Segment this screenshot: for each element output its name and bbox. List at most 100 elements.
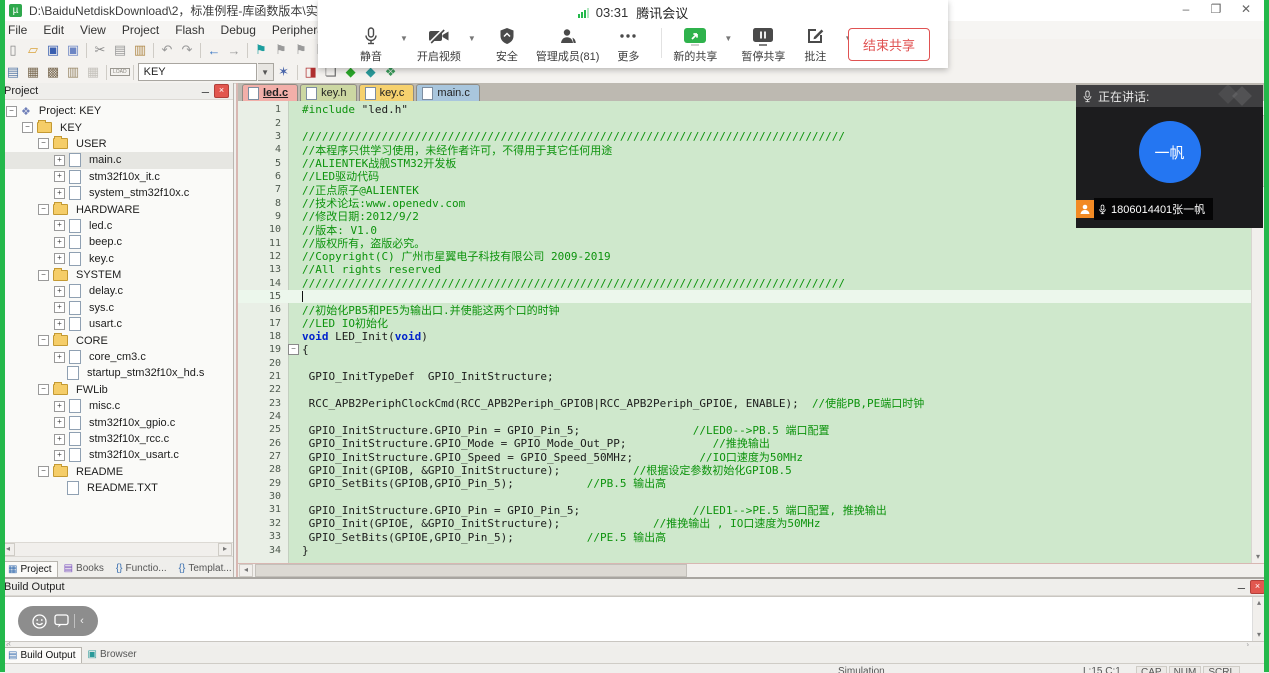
expand-box-icon[interactable]: + [54,302,65,313]
code-line[interactable]: 23 RCC_APB2PeriphClockCmd(RCC_APB2Periph… [238,397,1252,410]
expand-box-icon[interactable]: + [54,319,65,330]
close-button[interactable]: ✕ [1231,1,1261,19]
code-line[interactable]: 18void LED_Init(void) [238,330,1252,343]
nav-back-icon[interactable]: ← [204,41,224,59]
target-select[interactable]: KEY [138,63,257,81]
expand-box-icon[interactable]: + [54,434,65,445]
chevron-down-icon[interactable]: ▼ [400,34,408,43]
code-line[interactable]: 34} [238,543,1252,556]
tree-item[interactable]: −USER [0,136,233,152]
project-hscrollbar[interactable]: ◂ ▸ [0,542,233,556]
menu-project[interactable]: Project [114,23,167,37]
meeting-reaction-pill[interactable]: ‹ [18,606,98,636]
code-line[interactable]: 14//////////////////////////////////////… [238,276,1252,289]
translate-icon[interactable]: ▤ [3,63,23,81]
meeting-button-shield[interactable]: 安全 [484,26,530,64]
cut-icon[interactable]: ✂ [90,41,110,59]
editor-tab-led-c[interactable]: led.c [242,84,298,101]
undo-icon[interactable]: ↶ [157,41,177,59]
tree-item[interactable]: +stm32f10x_it.c [0,169,233,185]
expand-box-icon[interactable]: + [54,188,65,199]
bookmark-prev-icon[interactable]: ⚑ [271,41,291,59]
rebuild-icon[interactable]: ▩ [43,63,63,81]
tree-item[interactable]: +system_stm32f10x.c [0,185,233,201]
minimize-button[interactable]: – [1171,1,1201,19]
stop-build-icon[interactable]: ▦ [83,63,103,81]
code-line[interactable]: 19−{ [238,343,1252,356]
expand-box-icon[interactable]: + [54,417,65,428]
tree-item[interactable]: +sys.c [0,300,233,316]
expand-box-icon[interactable]: − [38,138,49,149]
chat-icon[interactable] [54,614,69,628]
open-folder-icon[interactable]: ▱ [23,41,43,59]
bookmark-next-icon[interactable]: ⚑ [291,41,311,59]
menu-file[interactable]: File [0,23,35,37]
pin-icon[interactable]: ⚊ [1235,581,1248,593]
expand-box-icon[interactable]: + [54,352,65,363]
code-line[interactable]: 17//LED IO初始化 [238,317,1252,330]
code-line[interactable]: 33 GPIO_SetBits(GPIOE,GPIO_Pin_5); //PE.… [238,530,1252,543]
scroll-left-icon[interactable]: ◂ [239,564,253,577]
expand-box-icon[interactable]: − [38,270,49,281]
tree-item[interactable]: +stm32f10x_usart.c [0,447,233,463]
close-icon[interactable]: × [1250,580,1265,594]
close-icon[interactable]: × [214,84,229,98]
tree-item[interactable]: +stm32f10x_rcc.c [0,431,233,447]
copy-icon[interactable]: ▤ [110,41,130,59]
code-line[interactable]: 13//All rights reserved [238,263,1252,276]
meeting-button-more[interactable]: 更多 [605,26,651,64]
expand-box-icon[interactable]: + [54,450,65,461]
meeting-button-camera-off[interactable]: 开启视频 [416,26,462,64]
tree-item[interactable]: +stm32f10x_gpio.c [0,414,233,430]
restore-button[interactable]: ❐ [1201,1,1231,19]
tree-item[interactable]: −HARDWARE [0,201,233,217]
code-line[interactable]: 16//初始化PB5和PE5为输出口.并使能这两个口的时钟 [238,303,1252,316]
tree-item[interactable]: −KEY [0,119,233,135]
options-wand-icon[interactable]: ✶ [274,63,294,81]
expand-box-icon[interactable]: − [6,106,17,117]
code-line[interactable]: 29 GPIO_SetBits(GPIOB,GPIO_Pin_5); //PB.… [238,477,1252,490]
tree-item[interactable]: −README [0,464,233,480]
meeting-button-screen-share[interactable]: 新的共享 [672,26,718,64]
panel-tab-templat[interactable]: {}Templat... [173,560,238,577]
code-line[interactable]: 21 GPIO_InitTypeDef GPIO_InitStructure; [238,370,1252,383]
collapse-icon[interactable]: ‹ [8,638,11,648]
pin-icon[interactable]: ⚊ [199,85,212,97]
editor-tab-key-c[interactable]: key.c [359,84,415,101]
redo-icon[interactable]: ↷ [177,41,197,59]
expand-box-icon[interactable]: + [54,253,65,264]
meeting-button-annotate[interactable]: 批注 [792,26,838,64]
scroll-right-icon[interactable]: ▸ [218,543,232,556]
tree-item[interactable]: README.TXT [0,480,233,496]
tree-item[interactable]: −CORE [0,332,233,348]
panel-tab-functio[interactable]: {}Functio... [110,560,173,577]
expand-box-icon[interactable]: + [54,171,65,182]
meeting-button-mic[interactable]: 静音 [348,26,394,64]
menu-debug[interactable]: Debug [213,23,264,37]
expand-box-icon[interactable]: − [38,466,49,477]
bookmark-icon[interactable]: ⚑ [251,41,271,59]
build-output-content[interactable]: ▴ ▾ [1,596,1268,642]
paste-icon[interactable]: ▥ [130,41,150,59]
meeting-button-pause-share[interactable]: 暂停共享 [740,26,786,64]
end-share-button[interactable]: 结束共享 [848,28,930,61]
expand-box-icon[interactable]: + [54,286,65,297]
tree-item[interactable]: +beep.c [0,234,233,250]
tree-item[interactable]: +delay.c [0,283,233,299]
panel-tab-project[interactable]: ▦Project [2,561,58,577]
tree-item[interactable]: +misc.c [0,398,233,414]
meeting-button-members[interactable]: 管理成员(81) [536,26,600,64]
new-file-icon[interactable]: ▯ [3,41,23,59]
nav-forward-icon[interactable]: → [224,41,244,59]
tree-item[interactable]: −SYSTEM [0,267,233,283]
expand-box-icon[interactable]: − [38,335,49,346]
tree-item[interactable]: −FWLib [0,382,233,398]
code-line[interactable]: 12//Copyright(C) 广州市星翼电子科技有限公司 2009-2019 [238,250,1252,263]
save-all-icon[interactable]: ▣ [63,41,83,59]
expand-box-icon[interactable]: + [54,237,65,248]
tree-item[interactable]: +led.c [0,218,233,234]
hscroll-thumb[interactable] [255,564,687,577]
expand-box-icon[interactable]: − [38,384,49,395]
menu-edit[interactable]: Edit [35,23,72,37]
participant-video-tile[interactable]: 一帆 1806014401张一帆 [1076,107,1263,228]
